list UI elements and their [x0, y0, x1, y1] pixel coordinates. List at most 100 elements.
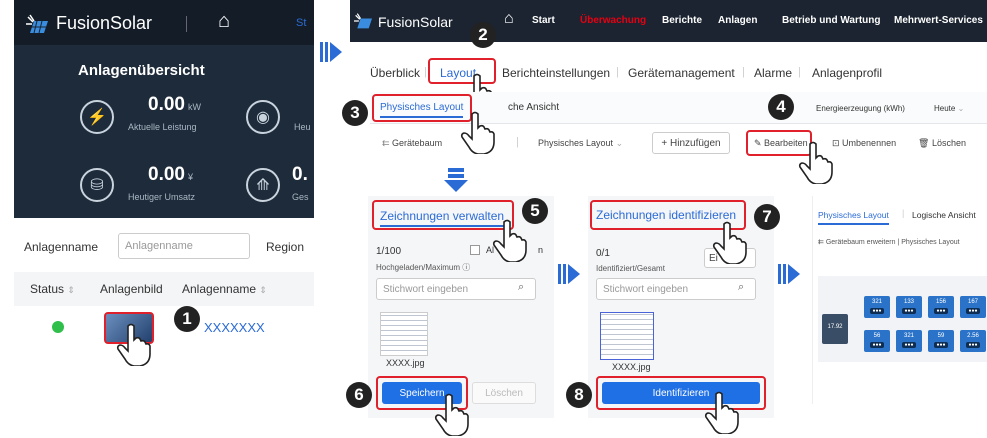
energy-label: Energieerzeugung (kWh) — [816, 104, 905, 113]
total-label-partial: Ges — [292, 192, 309, 202]
flow-arrow-down — [444, 168, 468, 192]
side-device-card[interactable]: 17.92 — [822, 314, 848, 344]
result-tab-physical[interactable]: Physisches Layout — [818, 210, 889, 225]
layout-select[interactable]: Physisches Layout ⌄ — [538, 138, 623, 149]
pointer-hand-icon — [492, 219, 527, 262]
plant-name-input[interactable]: Anlagenname — [118, 233, 250, 259]
identify-drawing-filename: XXXX.jpg — [612, 362, 651, 372]
select-all-label-end: n — [538, 245, 544, 255]
device-tile[interactable]: 156 ●●● — [928, 296, 954, 318]
home-icon[interactable]: ⌂ — [504, 10, 514, 28]
subtab-physical-layout[interactable]: Physisches Layout — [380, 102, 464, 118]
delete-button[interactable]: 🗑 Löschen — [918, 138, 966, 149]
current-power-label: Aktuelle Leistung — [128, 122, 197, 132]
nav-reports[interactable]: Berichte — [662, 15, 702, 26]
flow-arrow-1 — [320, 42, 342, 62]
identify-search-input[interactable]: Stichwort eingeben — [596, 278, 756, 300]
brand-divider — [186, 16, 187, 32]
manage-drawings-title[interactable]: Zeichnungen verwalten — [380, 209, 505, 227]
flow-arrow-3 — [778, 264, 800, 284]
region-label: Region — [266, 240, 305, 254]
step-badge-8: 8 — [566, 382, 592, 408]
tab-separator: | — [424, 66, 427, 78]
pointer-hand-icon — [704, 391, 739, 434]
plant-name-link[interactable]: XXXXXXX — [204, 320, 265, 335]
nav-plants[interactable]: Anlagen — [718, 15, 757, 26]
filter-label: Anlagenname — [24, 240, 99, 254]
step-badge-1: 1 — [174, 306, 200, 332]
column-plant-name[interactable]: Anlagenname ⇕ — [182, 282, 267, 296]
nav-start-partial[interactable]: St — [296, 17, 306, 29]
device-tree-button[interactable]: ⇇ Gerätebaum — [382, 138, 442, 149]
step-badge-6: 6 — [346, 382, 372, 408]
total-energy-icon: ⟰ — [246, 168, 280, 202]
delete-drawing-button[interactable]: Löschen — [472, 382, 536, 404]
today-revenue-value: 0.00 ¥ — [148, 164, 193, 185]
edit-icon: ✎ — [754, 138, 765, 148]
overview-title: Anlagenübersicht — [78, 62, 205, 79]
tab-alarms[interactable]: Alarme — [754, 66, 792, 80]
tab-plant-profile[interactable]: Anlagenprofil — [812, 66, 882, 80]
pointer-hand-icon — [116, 323, 151, 366]
identified-count: 0/1 — [596, 248, 610, 259]
manage-search-input[interactable]: Stichwort eingeben — [376, 278, 536, 300]
select-all-checkbox[interactable] — [470, 245, 480, 255]
search-icon[interactable]: ⌕ — [738, 281, 744, 294]
tab-separator: | — [616, 66, 619, 78]
help-icon: ⓘ — [462, 263, 471, 272]
result-tab-logical[interactable]: Logische Ansicht — [912, 210, 976, 220]
tab-overview[interactable]: Überblick — [370, 66, 420, 80]
drawing-filename: XXXX.jpg — [386, 358, 425, 368]
tab-separator: | — [798, 66, 801, 78]
today-revenue-label: Heutiger Umsatz — [128, 192, 196, 202]
result-layout-select[interactable]: Physisches Layout — [901, 239, 959, 246]
trash-icon: 🗑 — [918, 138, 932, 148]
total-value-partial: 0. — [292, 164, 308, 185]
upload-count: 1/100 — [376, 246, 402, 257]
upload-count-label: Hochgeladen/Maximum ⓘ — [376, 263, 471, 272]
column-status[interactable]: Status ⇕ — [30, 282, 75, 296]
energy-icon: ◉ — [246, 100, 280, 134]
add-button[interactable]: + Hinzufügen — [652, 132, 730, 154]
drawing-thumbnail[interactable] — [380, 312, 428, 356]
period-select[interactable]: Heute ⌄ — [934, 104, 964, 113]
header-brand: FusionSolar — [378, 14, 453, 30]
search-icon[interactable]: ⌕ — [518, 281, 524, 294]
device-tile[interactable]: 321 ●●● — [864, 296, 890, 318]
flow-arrow-2 — [558, 264, 580, 284]
pointer-hand-icon — [434, 393, 469, 436]
rename-button[interactable]: ⊡ Umbenennen — [832, 138, 896, 149]
subtab-logical-view[interactable]: che Ansicht — [508, 102, 559, 113]
result-toolbar: ⇇ Gerätebaum erweitern | Physisches Layo… — [818, 239, 960, 246]
pointer-hand-icon — [712, 221, 747, 264]
column-plant-image: Anlagenbild — [100, 282, 163, 296]
tab-report-settings[interactable]: Berichteinstellungen — [502, 66, 610, 80]
step-badge-7: 7 — [754, 204, 780, 230]
nav-monitoring[interactable]: Überwachung — [580, 15, 646, 26]
revenue-icon: ⛁ — [80, 168, 114, 202]
device-tile[interactable]: 133 ●●● — [896, 296, 922, 318]
nav-start[interactable]: Start — [532, 15, 555, 26]
step-badge-4: 4 — [768, 94, 794, 120]
tab-device-management[interactable]: Gerätemanagement — [628, 66, 735, 80]
status-online-dot — [52, 321, 64, 333]
identified-count-label: Identifiziert/Gesamt — [596, 264, 665, 273]
identify-drawing-thumbnail[interactable] — [600, 312, 654, 360]
tab-separator: | — [742, 66, 745, 78]
result-tab-separator: | — [902, 208, 905, 218]
fusionsolar-logo-icon — [354, 13, 372, 29]
device-tile[interactable]: 2.56 ●●● — [960, 330, 986, 352]
today-energy-label-partial: Heu — [294, 122, 311, 132]
nav-value-services[interactable]: Mehrwert-Services — [894, 15, 983, 26]
device-tile[interactable]: 56 ●●● — [864, 330, 890, 352]
expand-tree-link[interactable]: Gerätebaum erweitern — [826, 239, 896, 246]
step-badge-2: 2 — [470, 22, 496, 48]
device-tile[interactable]: 167 ●●● — [960, 296, 986, 318]
home-icon[interactable]: ⌂ — [218, 10, 230, 33]
device-tile[interactable]: 59 ●●● — [928, 330, 954, 352]
device-tile[interactable]: 321 ●●● — [896, 330, 922, 352]
toolbar-separator: | — [516, 136, 519, 148]
nav-maintenance[interactable]: Betrieb und Wartung — [782, 15, 881, 26]
step-badge-3: 3 — [342, 100, 368, 126]
brand-name: FusionSolar — [56, 13, 153, 33]
